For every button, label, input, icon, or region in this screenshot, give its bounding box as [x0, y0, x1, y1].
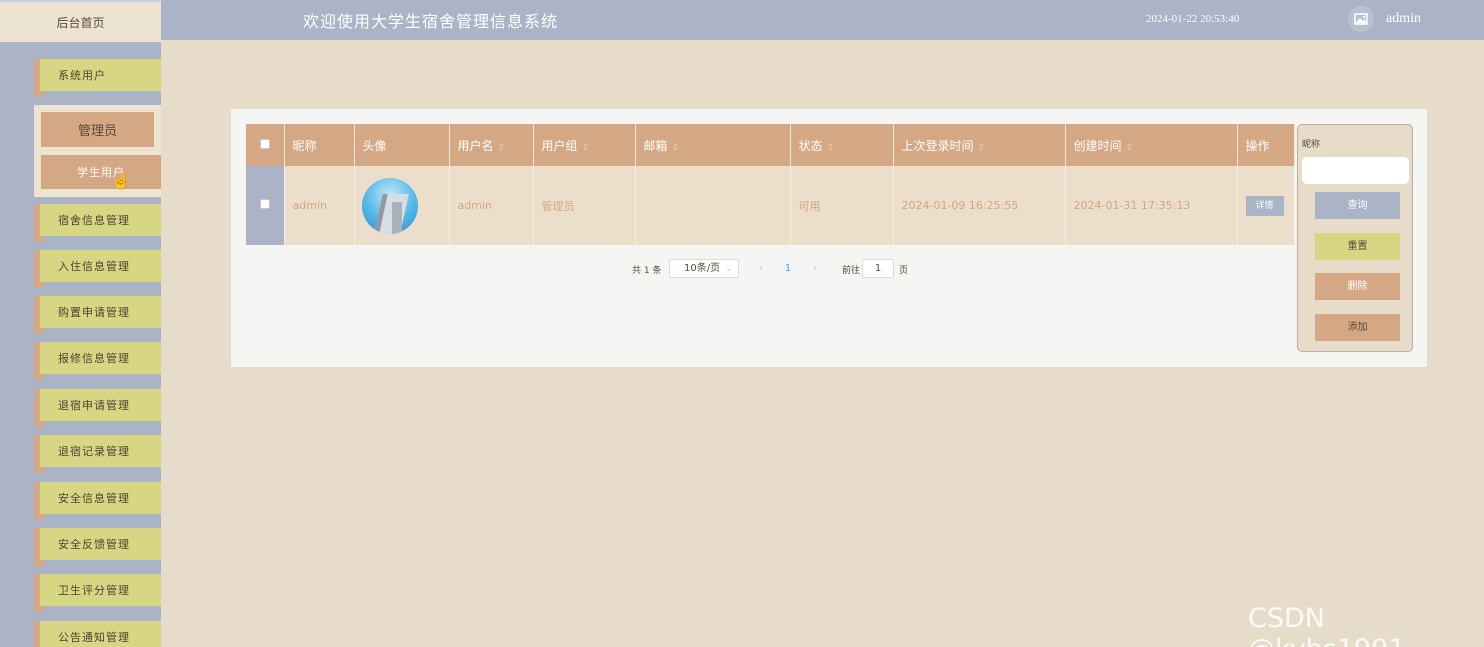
sidebar-item-checkin-info[interactable]: 入住信息管理: [34, 250, 161, 288]
next-page-button[interactable]: ›: [803, 259, 827, 278]
column-header-group[interactable]: 用户组 ⇕: [533, 124, 636, 166]
sort-icon[interactable]: ⇕: [672, 143, 680, 153]
chevron-left-icon: ‹: [759, 263, 763, 274]
sidebar-item-label: 系统用户: [40, 59, 161, 91]
sidebar-item-system-users[interactable]: 系统用户: [34, 59, 161, 97]
row-checkbox[interactable]: [259, 199, 270, 209]
sort-icon[interactable]: ⇕: [1126, 143, 1134, 153]
cell-group: 管理员: [533, 166, 636, 245]
sidebar-item-repair-info[interactable]: 报修信息管理: [34, 342, 161, 380]
site-title: 欢迎使用大学生宿舍管理信息系统: [303, 12, 559, 31]
goto-label: 前往: [842, 266, 861, 276]
search-label: 昵称: [1302, 140, 1321, 150]
sidebar-item-label: 安全反馈管理: [40, 528, 161, 560]
sidebar-subitem-admin[interactable]: 管理员: [41, 112, 154, 147]
search-panel: 昵称 查询 重置 删除 添加: [1297, 124, 1413, 352]
prev-page-button[interactable]: ‹: [749, 259, 773, 278]
user-name[interactable]: admin: [1386, 11, 1421, 27]
goto-page-input[interactable]: 1: [862, 259, 894, 278]
sidebar-item-label: 报修信息管理: [40, 342, 161, 374]
sidebar-item-label: 宿舍信息管理: [40, 204, 161, 236]
cell-username: admin: [449, 166, 534, 245]
reset-button[interactable]: 重置: [1315, 233, 1400, 260]
table-header-row: 昵称 头像 用户名 ⇕ 用户组 ⇕ 邮箱 ⇕ 状态 ⇕ 上次登录时间 ⇕ 创建时间 ⇕ 操作: [246, 124, 1295, 166]
sidebar: 系统用户 管理员 学生用户 宿舍信息管理 入住信息管理 购置申请管理 报修信息管…: [0, 42, 161, 647]
sort-icon[interactable]: ⇕: [582, 143, 590, 153]
column-header-nickname: 昵称: [284, 124, 355, 166]
sidebar-item-checkout-request[interactable]: 退宿申请管理: [34, 389, 161, 427]
sidebar-item-safety-feedback[interactable]: 安全反馈管理: [34, 528, 161, 566]
pagination-total: 共 1 条: [632, 266, 662, 276]
cell-nickname: admin: [284, 166, 355, 245]
page-size-select[interactable]: 10条/页 ⌄: [669, 259, 739, 278]
sidebar-item-safety-info[interactable]: 安全信息管理: [34, 482, 161, 520]
hand-cursor-icon: ☝: [111, 171, 131, 190]
sort-icon[interactable]: ⇕: [978, 143, 986, 153]
sidebar-item-label: 退宿记录管理: [40, 435, 161, 467]
user-avatar[interactable]: [1348, 6, 1374, 32]
table-row: admin admin 管理员 可用 2024-01-09 16:25:55 2…: [246, 166, 1295, 245]
column-header-email[interactable]: 邮箱 ⇕: [635, 124, 791, 166]
chevron-right-icon: ›: [813, 263, 817, 274]
column-header-created[interactable]: 创建时间 ⇕: [1065, 124, 1238, 166]
cell-email: [635, 166, 791, 245]
select-all-checkbox[interactable]: [259, 139, 270, 149]
cell-last-login: 2024-01-09 16:25:55: [893, 166, 1066, 245]
column-header-actions: 操作: [1237, 124, 1295, 166]
sidebar-submenu: 管理员 学生用户: [34, 105, 161, 197]
detail-button[interactable]: 详情: [1245, 195, 1284, 216]
sidebar-item-announcements[interactable]: 公告通知管理: [34, 621, 161, 647]
nickname-search-input[interactable]: [1302, 157, 1409, 184]
sidebar-item-label: 退宿申请管理: [40, 389, 161, 421]
sidebar-item-label: 入住信息管理: [40, 250, 161, 282]
chevron-down-icon: ⌄: [725, 264, 732, 273]
sidebar-item-checkout-records[interactable]: 退宿记录管理: [34, 435, 161, 473]
sidebar-item-dorm-info[interactable]: 宿舍信息管理: [34, 204, 161, 242]
sidebar-item-purchase-request[interactable]: 购置申请管理: [34, 296, 161, 334]
add-button[interactable]: 添加: [1315, 314, 1400, 341]
page-size-value: 10条/页: [684, 263, 721, 274]
sidebar-item-label: 购置申请管理: [40, 296, 161, 328]
sidebar-item-label: 公告通知管理: [40, 621, 161, 647]
sort-icon[interactable]: ⇕: [827, 143, 835, 153]
home-tab[interactable]: 后台首页: [0, 0, 161, 42]
sort-icon[interactable]: ⇕: [498, 143, 506, 153]
cell-avatar: [354, 166, 450, 245]
column-header-last-login[interactable]: 上次登录时间 ⇕: [893, 124, 1066, 166]
goto-page-suffix: 页: [899, 266, 909, 276]
top-bar: 欢迎使用大学生宿舍管理信息系统 2024-01-22 20:53:40 admi…: [0, 0, 1484, 40]
column-header-status[interactable]: 状态 ⇕: [790, 124, 894, 166]
column-header-username[interactable]: 用户名 ⇕: [449, 124, 534, 166]
image-icon: [1354, 13, 1368, 25]
sidebar-item-label: 安全信息管理: [40, 482, 161, 514]
page-number-current[interactable]: 1: [776, 259, 800, 278]
avatar-image: [361, 177, 418, 234]
row-checkbox-cell: [246, 166, 285, 245]
sidebar-item-hygiene-score[interactable]: 卫生评分管理: [34, 574, 161, 612]
users-table: 昵称 头像 用户名 ⇕ 用户组 ⇕ 邮箱 ⇕ 状态 ⇕ 上次登录时间 ⇕ 创建时间 ⇕ 操作…: [246, 124, 1295, 245]
cell-actions: 详情: [1237, 166, 1295, 245]
query-button[interactable]: 查询: [1315, 192, 1400, 219]
sidebar-item-label: 卫生评分管理: [40, 574, 161, 606]
cell-created: 2024-01-31 17:35:13: [1065, 166, 1238, 245]
column-header-avatar: 头像: [354, 124, 450, 166]
cell-status: 可用: [790, 166, 894, 245]
watermark: CSDN @kybs1991: [1248, 603, 1406, 647]
datetime-display: 2024-01-22 20:53:40: [1146, 13, 1240, 25]
select-all-checkbox-cell: [246, 124, 285, 166]
sidebar-subitem-student-users[interactable]: 学生用户: [41, 155, 161, 189]
delete-button[interactable]: 删除: [1315, 273, 1400, 300]
